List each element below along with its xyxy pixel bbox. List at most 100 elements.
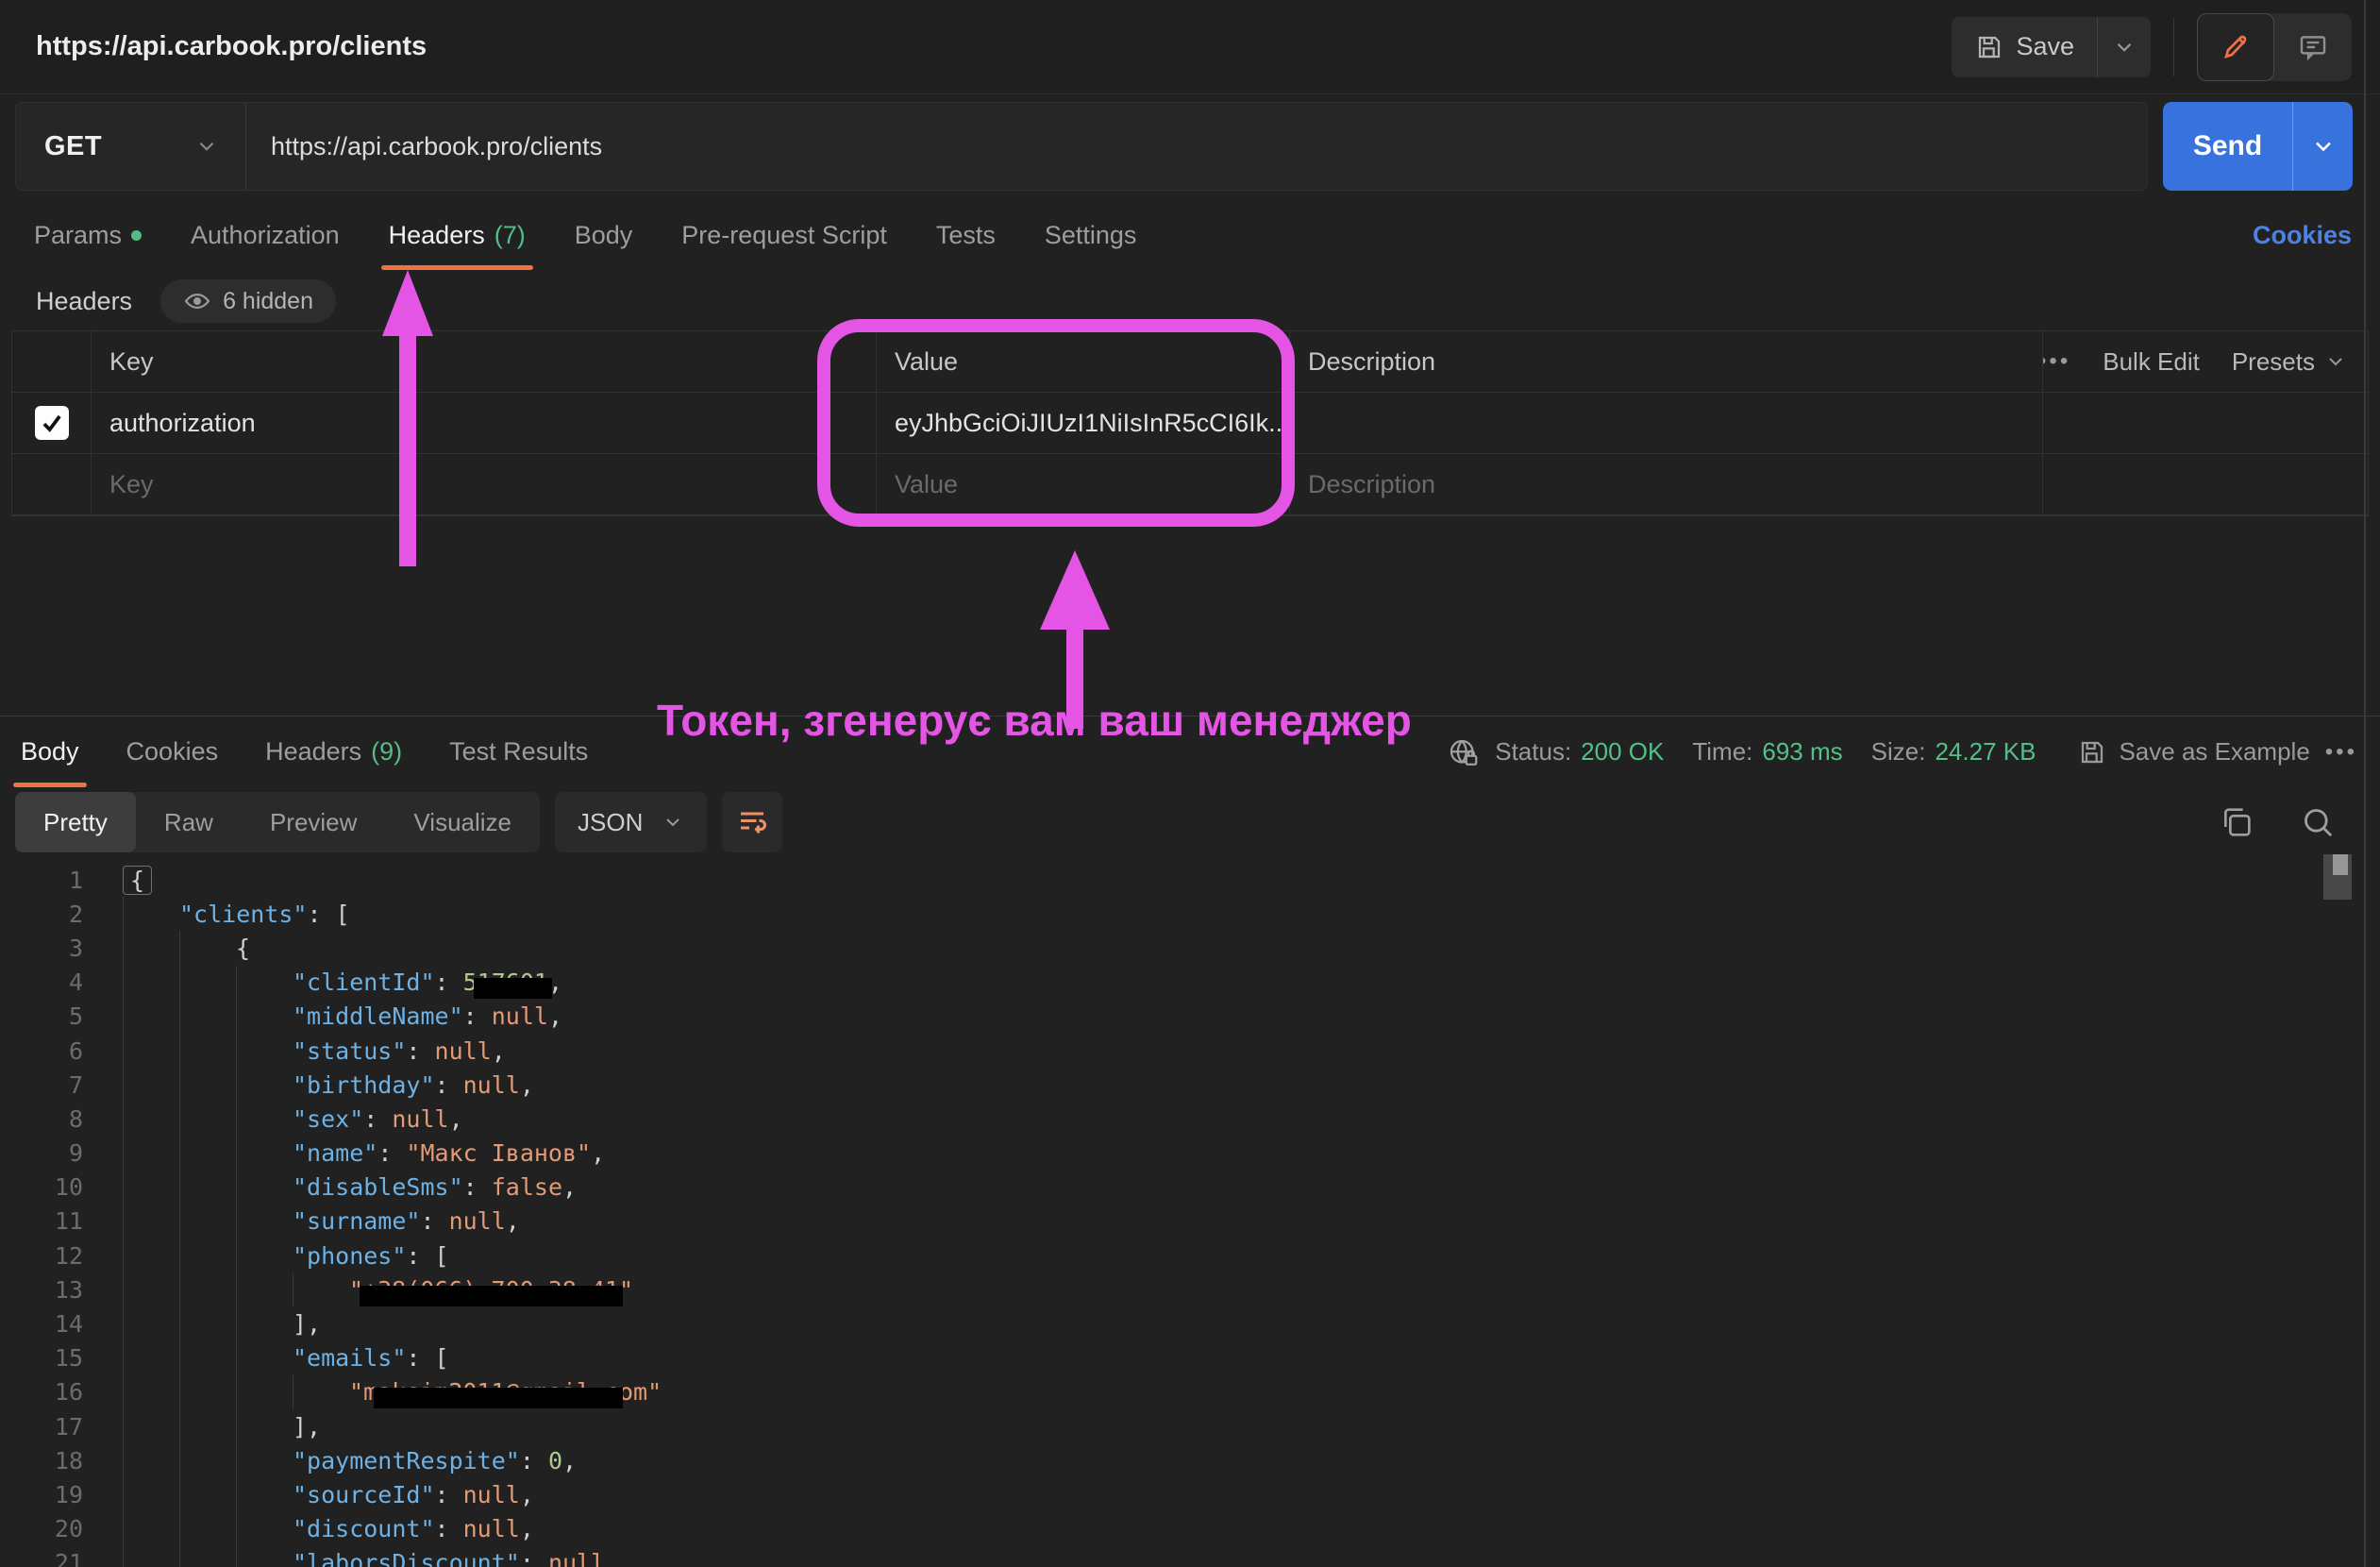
copy-icon[interactable] xyxy=(2218,803,2255,841)
line-number: 6 xyxy=(0,1037,83,1065)
redacted-token: +38(066) 700-38-41 xyxy=(363,1276,619,1304)
indent-guide xyxy=(179,1477,236,1511)
tab-settings[interactable]: Settings xyxy=(1045,198,1137,272)
indent-guide xyxy=(179,1306,236,1340)
key-placeholder-cell[interactable]: Key xyxy=(92,454,877,514)
cookies-link[interactable]: Cookies xyxy=(2253,221,2352,250)
send-options-caret[interactable] xyxy=(2292,102,2353,191)
view-mode-raw[interactable]: Raw xyxy=(136,792,242,852)
line-number: 9 xyxy=(0,1139,83,1167)
code-token: , xyxy=(520,1071,534,1099)
line-number: 10 xyxy=(0,1173,83,1201)
edit-mode-button[interactable] xyxy=(2197,13,2274,81)
comments-button[interactable] xyxy=(2274,13,2352,81)
code-line: 16"maksim2011@gmail.com" xyxy=(0,1375,2380,1409)
code-line: 11"surname": null, xyxy=(0,1205,2380,1238)
request-builder: GET https://api.carbook.pro/clients Send xyxy=(0,94,2380,198)
indent-guide xyxy=(236,1272,293,1306)
method-dropdown[interactable]: GET xyxy=(16,103,246,190)
indent-guide xyxy=(236,1409,293,1443)
wrap-lines-button[interactable] xyxy=(722,792,782,852)
view-mode-preview[interactable]: Preview xyxy=(242,792,385,852)
response-body-editor[interactable]: 1{2"clients": [3{4"clientId": 517601,5"m… xyxy=(0,857,2380,1567)
table-more-button[interactable]: ••• xyxy=(2043,348,2070,375)
send-button[interactable]: Send xyxy=(2163,102,2292,191)
header-description-cell[interactable] xyxy=(1290,393,2043,453)
save-as-example-button[interactable]: Save as Example xyxy=(2077,737,2309,767)
code-token: , xyxy=(492,1037,506,1065)
row-checkbox[interactable] xyxy=(35,406,69,440)
indent-guide xyxy=(123,1171,179,1205)
search-icon[interactable] xyxy=(2299,803,2337,841)
headers-table: Key Value Description ••• Bulk Edit Pres… xyxy=(11,330,2369,516)
pane-divider xyxy=(2364,0,2366,1567)
tab-authorization[interactable]: Authorization xyxy=(191,198,340,272)
chevron-down-icon xyxy=(194,134,219,159)
indent-guide xyxy=(123,1137,179,1171)
response-tab-body[interactable]: Body xyxy=(21,716,79,789)
save-options-caret[interactable] xyxy=(2098,17,2151,77)
comment-icon xyxy=(2297,31,2329,63)
code-token: null xyxy=(492,1003,548,1030)
response-tab-cookies[interactable]: Cookies xyxy=(126,716,219,789)
indent-guide xyxy=(123,1443,179,1477)
indent-guide xyxy=(179,1512,236,1546)
line-number: 13 xyxy=(0,1276,83,1304)
code-token: "emails" xyxy=(293,1344,406,1372)
indent-guide xyxy=(179,1137,236,1171)
indent-guide xyxy=(179,1171,236,1205)
status-value: 200 OK xyxy=(1581,737,1664,767)
code-token: null xyxy=(463,1481,520,1508)
save-button[interactable]: Save xyxy=(1952,32,2097,62)
chevron-down-icon xyxy=(2112,35,2137,59)
line-number: 20 xyxy=(0,1515,83,1542)
response-header: Body Cookies Headers (9) Test Results St… xyxy=(0,716,2380,787)
tab-headers[interactable]: Headers (7) xyxy=(389,198,526,272)
value-placeholder-cell[interactable]: Value xyxy=(877,454,1290,514)
code-token: : [ xyxy=(307,901,349,928)
tab-params[interactable]: Params xyxy=(34,198,142,272)
check-icon xyxy=(39,410,65,436)
line-number: 4 xyxy=(0,969,83,996)
url-input[interactable]: https://api.carbook.pro/clients xyxy=(246,103,2147,190)
tab-tests[interactable]: Tests xyxy=(936,198,996,272)
hidden-headers-toggle[interactable]: 6 hidden xyxy=(160,279,336,323)
description-placeholder-cell[interactable]: Description xyxy=(1290,454,2043,514)
save-split-button[interactable]: Save xyxy=(1952,17,2151,77)
code-token: , xyxy=(591,1139,605,1167)
response-tab-headers[interactable]: Headers (9) xyxy=(265,716,402,789)
tab-prerequest-label: Pre-request Script xyxy=(681,221,887,250)
indent-guide xyxy=(236,1068,293,1102)
presets-dropdown[interactable]: Presets xyxy=(2232,347,2347,377)
format-dropdown[interactable]: JSON xyxy=(555,792,707,852)
size-label: Size: xyxy=(1871,737,1926,767)
code-token: "name" xyxy=(293,1139,377,1167)
code-line: 18"paymentRespite": 0, xyxy=(0,1443,2380,1477)
code-token: , xyxy=(520,1515,534,1542)
line-number: 11 xyxy=(0,1207,83,1235)
indent-guide xyxy=(123,1375,179,1409)
tab-body[interactable]: Body xyxy=(575,198,633,272)
bulk-edit-button[interactable]: Bulk Edit xyxy=(2103,347,2200,377)
status-field: Status: 200 OK xyxy=(1495,737,1664,767)
response-more-button[interactable]: ••• xyxy=(2325,739,2357,766)
indent-guide xyxy=(236,1546,293,1567)
redacted-token: aksim2011@gmail.c xyxy=(377,1378,619,1406)
view-mode-visualize[interactable]: Visualize xyxy=(385,792,540,852)
tab-prerequest-script[interactable]: Pre-request Script xyxy=(681,198,887,272)
code-token: "sourceId" xyxy=(293,1481,435,1508)
indent-guide xyxy=(123,1068,179,1102)
code-line: 9"name": "Макс Іванов", xyxy=(0,1137,2380,1171)
response-tab-test-results[interactable]: Test Results xyxy=(449,716,588,789)
save-icon xyxy=(1974,32,2004,62)
code-token: , xyxy=(520,1481,534,1508)
format-label: JSON xyxy=(578,808,643,837)
indent-guide xyxy=(179,1068,236,1102)
headers-caption: Headers xyxy=(36,287,132,316)
header-value-cell[interactable]: eyJhbGciOiJIUzI1NiIsInR5cCI6Ik... xyxy=(877,393,1290,453)
response-tab-headers-label: Headers xyxy=(265,737,361,767)
code-line: 21"laborsDiscount": null, xyxy=(0,1546,2380,1567)
view-mode-pretty[interactable]: Pretty xyxy=(15,792,136,852)
hidden-headers-label: 6 hidden xyxy=(223,288,313,315)
header-key-cell[interactable]: authorization xyxy=(92,393,877,453)
